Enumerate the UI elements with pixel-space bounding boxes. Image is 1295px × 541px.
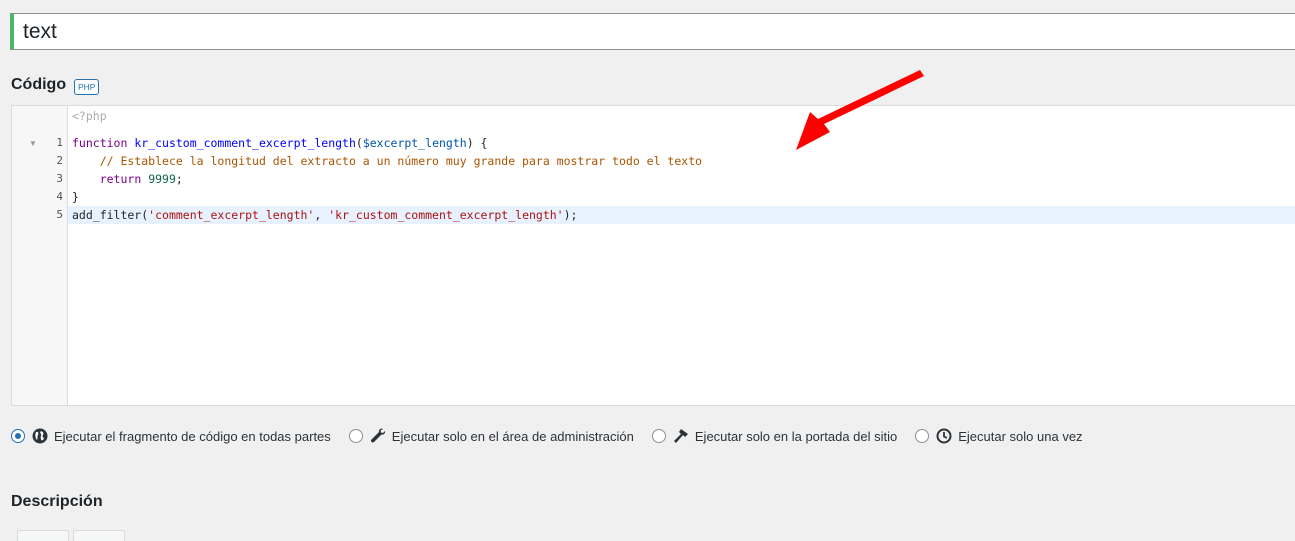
scope-radio-frontend[interactable]: [651, 429, 666, 443]
php-badge: PHP: [74, 79, 100, 95]
code-line-active: add_filter('comment_excerpt_length', 'kr…: [68, 206, 1295, 224]
clock-icon: [936, 428, 952, 444]
code-line: // Establece la longitud del extracto a …: [72, 152, 1295, 170]
scope-option-admin[interactable]: Ejecutar solo en el área de administraci…: [348, 428, 634, 444]
code-token: (: [355, 136, 363, 150]
fold-arrow-icon[interactable]: ▼: [29, 139, 37, 148]
code-token: // Establece la longitud del extracto a …: [99, 154, 703, 168]
code-line: }: [72, 188, 1295, 206]
scope-options: Ejecutar el fragmento de código en todas…: [11, 426, 1101, 446]
scope-radio-everywhere[interactable]: [11, 429, 25, 443]
line-number: 1: [56, 136, 63, 149]
code-token: ,: [314, 208, 329, 222]
hammer-icon: [673, 428, 689, 444]
scope-label-once: Ejecutar solo una vez: [958, 428, 1083, 444]
code-token: }: [72, 190, 79, 204]
scope-label-admin: Ejecutar solo en el área de administraci…: [391, 428, 634, 444]
globe-icon: [32, 428, 48, 444]
scope-option-once[interactable]: Ejecutar solo una vez: [915, 428, 1083, 444]
code-token: ;: [175, 172, 183, 186]
line-number: 2: [56, 154, 63, 167]
code-line: return 9999;: [72, 170, 1295, 188]
code-line: function kr_custom_comment_excerpt_lengt…: [72, 134, 1295, 152]
code-section-label: Código: [11, 76, 67, 93]
line-number: 4: [56, 190, 63, 203]
scope-option-everywhere[interactable]: Ejecutar el fragmento de código en todas…: [11, 428, 331, 444]
code-token: ) {: [466, 136, 488, 150]
scope-radio-once[interactable]: [915, 429, 930, 443]
line-number: 5: [56, 208, 63, 221]
code-token: kr_custom_comment_excerpt_length: [134, 136, 356, 150]
wrench-icon: [370, 428, 386, 444]
scope-label-frontend: Ejecutar solo en la portada del sitio: [694, 428, 898, 444]
code-token: function: [72, 136, 128, 150]
snippet-title-input[interactable]: [10, 13, 1295, 50]
code-token: return: [99, 172, 142, 186]
code-token: 'comment_excerpt_length': [148, 208, 315, 222]
code-token: );: [563, 208, 578, 222]
code-token: 'kr_custom_comment_excerpt_length': [328, 208, 564, 222]
line-number: 3: [56, 172, 63, 185]
scope-radio-admin[interactable]: [348, 429, 363, 443]
code-editor[interactable]: ▼ 1 2 3 4 5 <?php function kr_custom_com…: [11, 105, 1295, 406]
code-token: 9999: [148, 172, 176, 186]
scope-option-frontend[interactable]: Ejecutar solo en la portada del sitio: [651, 428, 898, 444]
description-section-label: Descripción: [11, 493, 103, 510]
code-token: $excerpt_length: [362, 136, 467, 150]
scope-label-everywhere: Ejecutar el fragmento de código en todas…: [54, 428, 331, 444]
editor-gutter: ▼ 1 2 3 4 5: [12, 106, 68, 405]
annotation-arrow-icon: [796, 70, 924, 150]
php-open-tag: <?php: [72, 109, 107, 123]
code-token: add_filter(: [72, 208, 149, 222]
